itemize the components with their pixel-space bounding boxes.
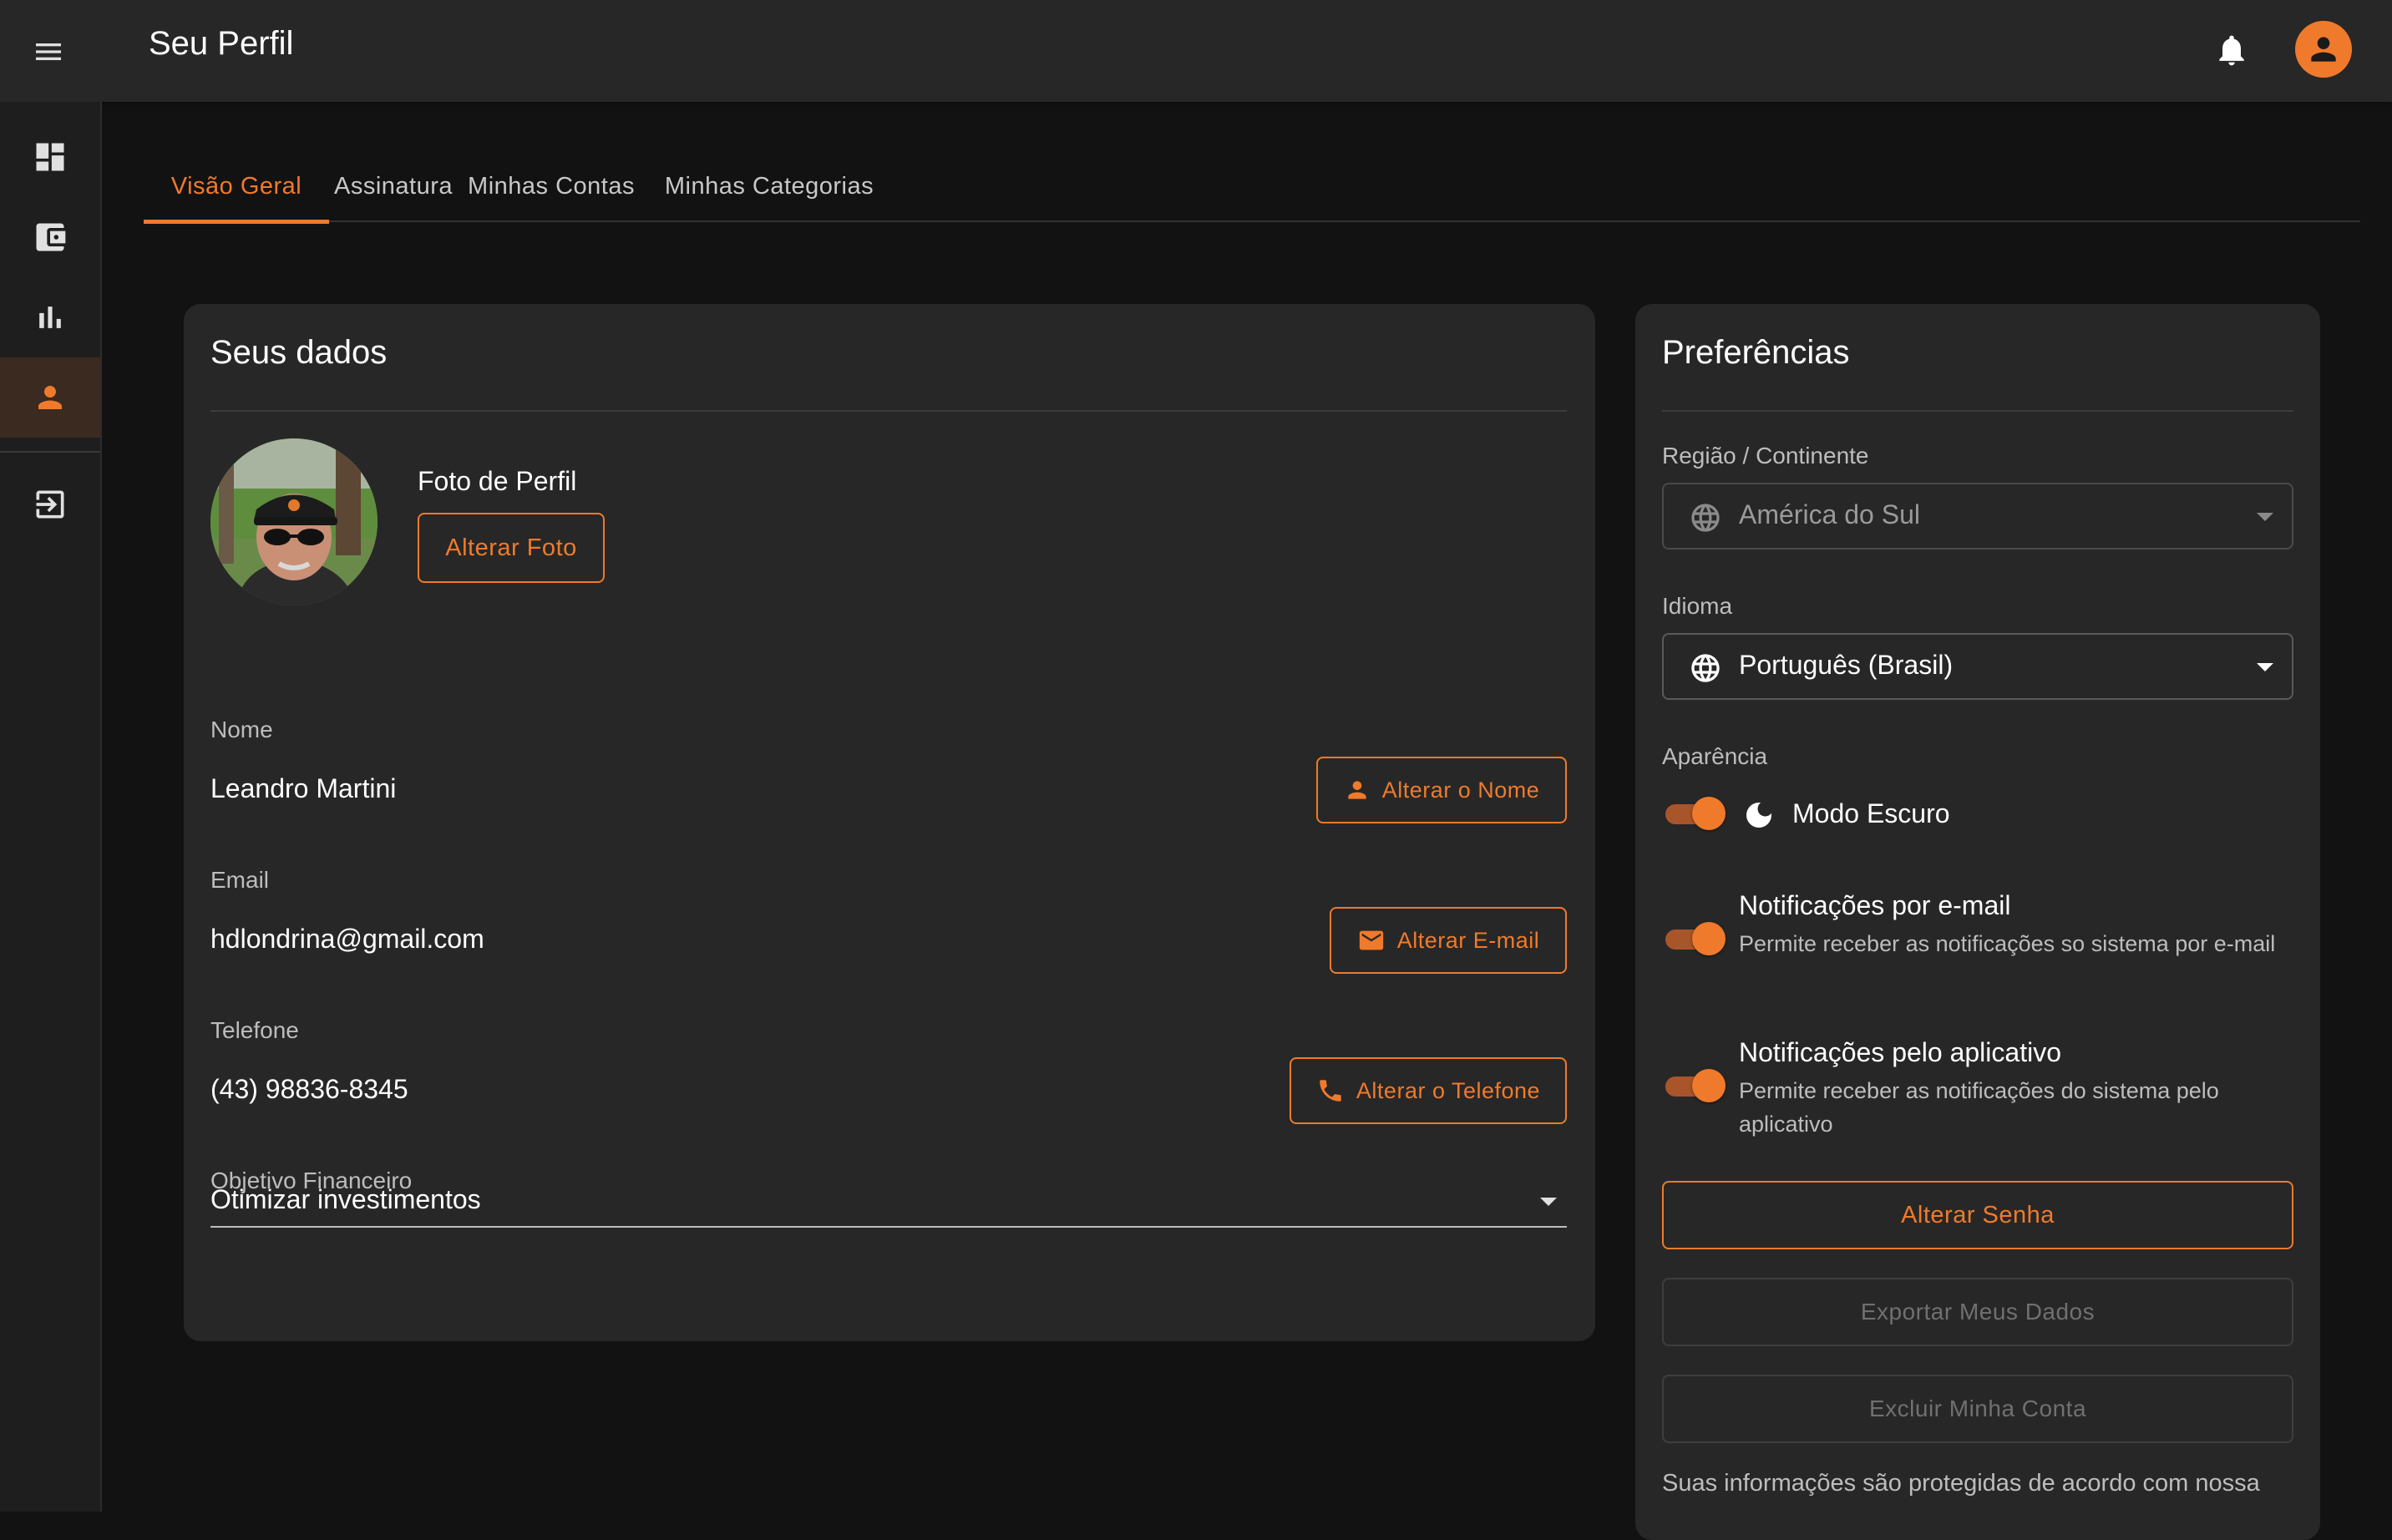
phone-label: Telefone [210, 1017, 299, 1043]
region-value: América do Sul [1739, 499, 1920, 529]
change-name-button[interactable]: Alterar o Nome [1316, 757, 1567, 823]
change-email-button[interactable]: Alterar E-mail [1330, 907, 1567, 974]
preferences-card-title: Preferências [1662, 334, 1850, 371]
notifications-button[interactable] [2208, 27, 2255, 73]
menu-icon [36, 43, 61, 60]
language-value: Português (Brasil) [1739, 650, 1954, 680]
profile-photo [210, 438, 378, 605]
tab-assinatura[interactable]: Assinatura [329, 150, 458, 222]
export-data-button[interactable]: Exportar Meus Dados [1662, 1278, 2293, 1346]
mail-icon [1359, 930, 1383, 950]
email-value: hdlondrina@gmail.com [210, 924, 484, 954]
app-notifications-toggle[interactable] [1662, 1067, 1727, 1104]
change-name-label: Alterar o Nome [1381, 777, 1540, 803]
change-photo-label: Alterar Foto [445, 534, 577, 561]
change-phone-button[interactable]: Alterar o Telefone [1290, 1057, 1567, 1124]
bar-chart-icon [39, 306, 61, 328]
menu-button[interactable] [28, 32, 68, 72]
globe-icon [1691, 504, 1720, 532]
region-select[interactable]: América do Sul [1662, 483, 2293, 550]
tab-minhas-contas[interactable]: Minhas Contas [458, 150, 645, 222]
chevron-down-icon [2257, 663, 2273, 671]
dark-mode-label: Modo Escuro [1792, 798, 1950, 828]
export-data-label: Exportar Meus Dados [1860, 1299, 2096, 1325]
phone-icon [1320, 1080, 1341, 1102]
tab-minhas-categorias[interactable]: Minhas Categorias [645, 150, 894, 222]
chevron-down-icon [2257, 513, 2273, 521]
region-label: Região / Continente [1662, 443, 1869, 469]
sidebar-item-logout[interactable] [0, 464, 100, 545]
dark-mode-toggle[interactable] [1662, 795, 1727, 832]
privacy-notice: Suas informações são protegidas de acord… [1662, 1470, 2260, 1497]
sidebar-divider [0, 451, 100, 453]
globe-icon [1691, 654, 1720, 682]
delete-account-button[interactable]: Excluir Minha Conta [1662, 1375, 2293, 1443]
person-icon [38, 386, 62, 409]
bell-icon [2219, 35, 2244, 66]
app-notifications-title: Notificações pelo aplicativo [1739, 1037, 2061, 1067]
moon-icon [1746, 803, 1771, 828]
switch-thumb [1692, 922, 1726, 955]
profile-tabs: Visão Geral Assinatura Minhas Contas Min… [144, 150, 2360, 224]
dashboard-icon [36, 143, 64, 171]
language-label: Idioma [1662, 593, 1733, 619]
phone-value: (43) 98836-8345 [210, 1074, 408, 1104]
appearance-label: Aparência [1662, 743, 1768, 769]
email-notifications-title: Notificações por e-mail [1739, 890, 2011, 920]
sidebar-item-wallet[interactable] [0, 197, 100, 277]
change-phone-label: Alterar o Telefone [1356, 1077, 1541, 1103]
account-button[interactable] [2295, 21, 2352, 78]
profile-card-divider [210, 410, 1567, 412]
email-notifications-toggle[interactable] [1662, 920, 1727, 957]
financial-goal-value: Otimizar investimentos [210, 1184, 481, 1214]
switch-thumb [1692, 797, 1726, 830]
person-icon [1348, 781, 1366, 799]
profile-photo-label: Foto de Perfil [418, 466, 577, 496]
preferences-card-divider [1662, 410, 2293, 412]
change-email-label: Alterar E-mail [1396, 927, 1540, 953]
sidebar-item-dashboard[interactable] [0, 117, 100, 197]
wallet-icon [36, 223, 66, 251]
profile-card-title: Seus dados [210, 334, 388, 371]
email-notifications-desc: Permite receber as notificações so siste… [1739, 931, 2276, 956]
chevron-down-icon [1540, 1198, 1557, 1206]
page-title: Seu Perfil [149, 25, 294, 62]
language-select[interactable]: Português (Brasil) [1662, 633, 2293, 700]
change-password-button[interactable]: Alterar Senha [1662, 1181, 2293, 1249]
change-password-label: Alterar Senha [1901, 1201, 2055, 1228]
app-notifications-desc: Permite receber as notificações do siste… [1739, 1078, 2219, 1137]
delete-account-label: Excluir Minha Conta [1868, 1396, 2087, 1421]
tab-visao-geral[interactable]: Visão Geral [144, 150, 329, 224]
sidebar-item-reports[interactable] [0, 277, 100, 357]
name-label: Nome [210, 717, 273, 742]
logout-icon [36, 490, 64, 519]
switch-thumb [1692, 1069, 1726, 1102]
account-circle-icon [2311, 37, 2336, 62]
sidebar-item-profile[interactable] [0, 357, 100, 438]
email-label: Email [210, 867, 270, 893]
change-photo-button[interactable]: Alterar Foto [418, 513, 605, 583]
name-value: Leandro Martini [210, 773, 397, 803]
top-app-bar: Seu Perfil [0, 0, 2392, 102]
financial-goal-select[interactable]: Otimizar investimentos [210, 1144, 1567, 1228]
sidebar [0, 102, 102, 1512]
